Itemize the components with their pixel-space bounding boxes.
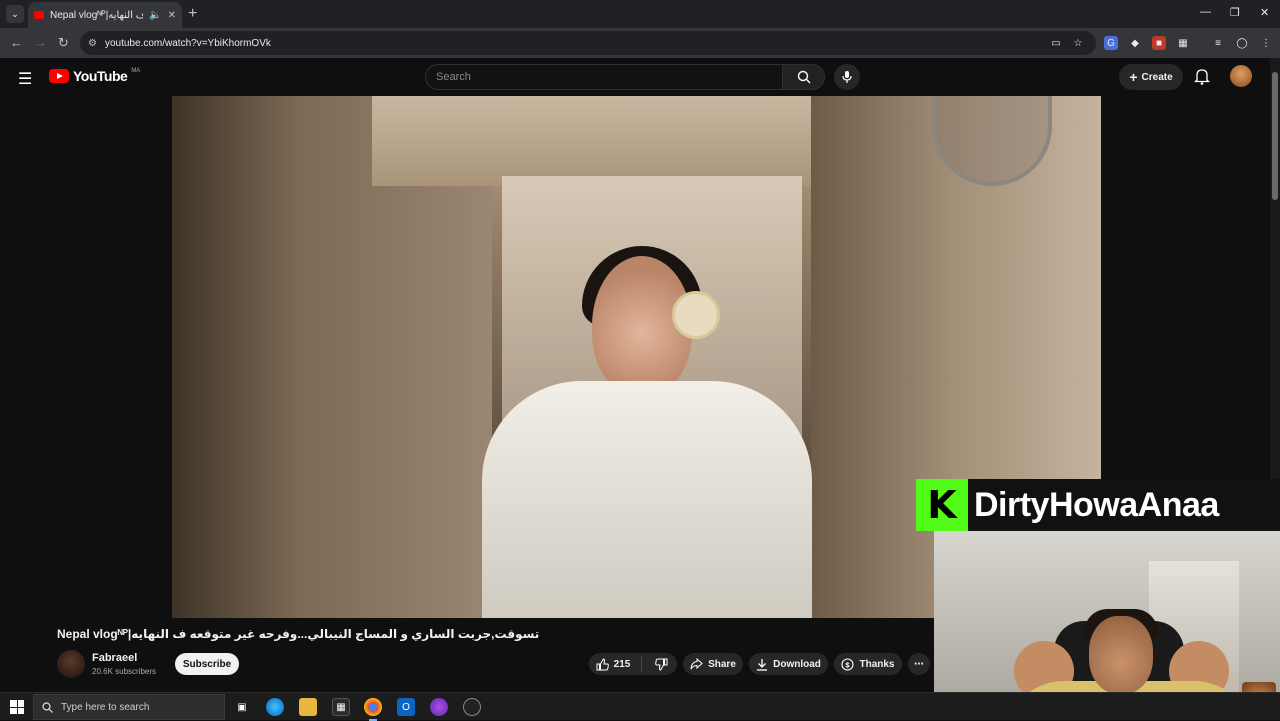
address-bar[interactable]: ⚙ youtube.com/watch?v=YbiKhormOVk [80, 31, 1096, 55]
reading-list-icon[interactable]: ≡ [1211, 36, 1225, 50]
search-button[interactable] [783, 64, 825, 90]
translate-extension-icon[interactable]: G [1104, 36, 1118, 50]
create-button[interactable]: + Create [1119, 64, 1183, 90]
profile-icon[interactable]: ◯ [1235, 36, 1249, 50]
windows-taskbar: Type here to search ▣ ▦ O [0, 692, 1280, 721]
more-horizontal-icon: ⋯ [914, 658, 924, 670]
youtube-logo[interactable]: YouTube MA [49, 68, 140, 84]
outlook-icon[interactable]: O [397, 698, 415, 716]
browser-tab-strip: ⌄ Nepal vlogᴺᴾ|صدمه ف النهايه 🔈 ✕ + — ❐ … [0, 0, 1280, 28]
speaker-icon[interactable]: 🔈 [149, 10, 161, 21]
chevron-down-icon: ⌄ [10, 8, 20, 20]
subscriber-count: 20.6K subscribers [92, 667, 157, 676]
search-placeholder: Search [436, 71, 471, 83]
youtube-wordmark: YouTube [73, 68, 128, 84]
thumbs-up-icon [596, 657, 609, 670]
thanks-label: Thanks [859, 658, 895, 670]
streamer-name: DirtyHowaAnaa [974, 485, 1219, 524]
like-dislike-group: 215 [589, 653, 677, 675]
taskbar-search-input[interactable]: Type here to search [33, 694, 225, 720]
search-icon [42, 701, 53, 713]
like-button[interactable]: 215 [590, 657, 637, 671]
edge-browser-icon[interactable] [266, 698, 284, 716]
share-label: Share [708, 658, 736, 670]
youtube-play-icon [49, 69, 69, 83]
video-scene-handheld-fan [672, 291, 720, 339]
scrollbar-thumb[interactable] [1272, 72, 1278, 200]
browser-toolbar: ← → ↻ ⚙ youtube.com/watch?v=YbiKhormOVk … [0, 28, 1280, 58]
chrome-icon[interactable] [364, 698, 382, 721]
dislike-button[interactable] [647, 658, 676, 671]
kick-logo-icon: K [916, 479, 968, 531]
search-input[interactable]: Search [425, 64, 783, 90]
super-thanks-icon: $ [841, 657, 855, 671]
youtube-header: ☰ YouTube MA Search + Create [0, 58, 1280, 96]
more-actions-button[interactable]: ⋯ [908, 653, 930, 675]
search-icon [797, 70, 810, 84]
plus-icon: + [1129, 69, 1138, 85]
extensions-puzzle-icon[interactable]: ▦ [1176, 36, 1190, 50]
chrome-menu-icon[interactable]: ⋮ [1259, 36, 1273, 50]
subscribe-button[interactable]: Subscribe [175, 653, 239, 675]
thumbs-down-icon [655, 658, 668, 671]
extension-diamond-icon[interactable]: ◆ [1128, 36, 1142, 50]
reload-icon[interactable]: ↻ [58, 35, 69, 51]
microsoft-store-icon[interactable]: ▦ [332, 698, 350, 716]
new-tab-icon[interactable]: + [188, 5, 197, 23]
thanks-button[interactable]: $ Thanks [834, 653, 902, 675]
svg-text:$: $ [846, 660, 851, 669]
share-button[interactable]: Share [683, 653, 743, 675]
create-label: Create [1141, 71, 1173, 83]
user-avatar[interactable] [1230, 65, 1252, 87]
notifications-bell-icon[interactable] [1193, 67, 1211, 90]
hamburger-menu-icon[interactable]: ☰ [18, 69, 32, 89]
taskbar-search-placeholder: Type here to search [61, 701, 150, 713]
youtube-favicon-icon [34, 11, 44, 19]
messenger-app-icon[interactable] [430, 698, 448, 716]
channel-name[interactable]: Fabraeel [92, 652, 137, 664]
back-icon[interactable]: ← [10, 35, 23, 50]
download-icon [757, 658, 768, 671]
windows-start-icon[interactable] [10, 700, 24, 714]
url-text: youtube.com/watch?v=YbiKhormOVk [104, 37, 271, 49]
bookmark-star-icon[interactable]: ☆ [1071, 36, 1085, 50]
like-separator [641, 656, 643, 672]
minimize-icon[interactable]: — [1200, 6, 1211, 18]
streamer-name-banner: K DirtyHowaAnaa [916, 479, 1280, 531]
country-code: MA [131, 68, 141, 74]
video-scene-robe [482, 381, 812, 618]
cast-icon[interactable]: ▭ [1049, 36, 1063, 50]
site-info-icon[interactable]: ⚙ [88, 38, 97, 49]
tab-search-button[interactable]: ⌄ [6, 5, 24, 23]
restore-icon[interactable]: ❐ [1230, 6, 1240, 19]
task-view-icon[interactable]: ▣ [233, 698, 251, 716]
forward-icon[interactable]: → [34, 35, 47, 50]
download-label: Download [773, 658, 821, 670]
video-title: Nepal vlogᴺᴾ|تسوقت,جربت الساري و المساج … [57, 627, 540, 641]
close-tab-icon[interactable]: ✕ [168, 10, 176, 21]
browser-tab-active[interactable]: Nepal vlogᴺᴾ|صدمه ف النهايه 🔈 ✕ [28, 2, 182, 28]
channel-avatar[interactable] [57, 650, 85, 678]
obs-studio-icon[interactable] [463, 698, 481, 716]
download-button[interactable]: Download [749, 653, 828, 675]
share-icon [690, 658, 703, 670]
webcam-face [1089, 616, 1153, 694]
tab-title: Nepal vlogᴺᴾ|صدمه ف النهايه [50, 9, 144, 21]
microphone-icon [842, 71, 852, 83]
extension-red-icon[interactable]: ■ [1152, 36, 1166, 50]
voice-search-button[interactable] [834, 64, 860, 90]
like-count: 215 [613, 658, 631, 670]
file-explorer-icon[interactable] [299, 698, 317, 716]
close-window-icon[interactable]: ✕ [1260, 6, 1269, 19]
